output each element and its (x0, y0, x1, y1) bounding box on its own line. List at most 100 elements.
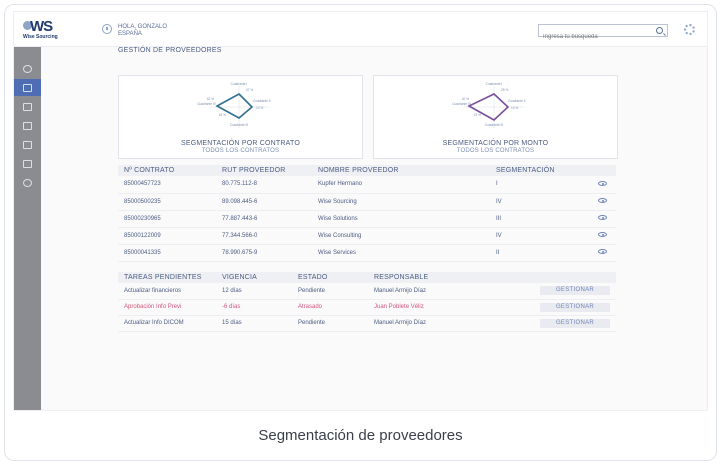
page-title: GESTIÓN DE PROVEEDORES (118, 47, 222, 54)
panel-subtitle: TODOS LOS CONTRATOS (201, 148, 280, 154)
name-cell: Kupfer Hermano (312, 176, 490, 194)
col-action (592, 165, 616, 176)
name-cell: Wise Sourcing (312, 193, 490, 211)
col-rut[interactable]: RUT PROVEEDOR (216, 165, 312, 176)
radar-label: Cuadrante IV (452, 102, 472, 106)
col-name[interactable]: NOMBRE PROVEEDOR (312, 165, 490, 176)
sidebar-item-balance[interactable] (14, 155, 41, 172)
contract-cell: 85000230965 (118, 210, 216, 228)
panel-subtitle: TODOS LOS CONTRATOS (456, 148, 535, 154)
eye-icon[interactable] (598, 232, 607, 237)
action-cell: GESTIONAR (500, 299, 616, 316)
table-row[interactable]: 85000230965 77.887.443-6 Wise Solutions III (118, 210, 616, 228)
sidebar-item-home[interactable] (14, 60, 41, 77)
radar-label: Cuadrante I (486, 82, 503, 86)
manage-button[interactable]: GESTIONAR (540, 302, 610, 312)
col-segment[interactable]: SEGMENTACIÓN (490, 165, 592, 176)
logo[interactable]: WS Wise Sourcing (23, 19, 67, 42)
panel-title: SEGMENTACIÓN POR CONTRATO (181, 140, 300, 147)
eye-icon[interactable] (598, 215, 607, 220)
view-cell (592, 244, 616, 262)
term-cell: -6 días (216, 299, 292, 316)
radar-label: 37 % (246, 88, 253, 92)
contract-segmentation-panel: Cuadrante I 37 % Cuadrante II 13 % 18 % Cuadr… (118, 75, 363, 159)
top-bar: WS Wise Sourcing HOLA, GONZALO ESPAÑA (14, 12, 707, 47)
contracts-icon (23, 102, 32, 111)
segment-cell: IV (490, 193, 592, 211)
amount-radar-chart: Cuadrante I 28 % Cuadrante II 13 % 19 % Cuadr… (452, 82, 526, 128)
radar-label: 13 % (511, 106, 518, 110)
eye-icon[interactable] (598, 249, 607, 254)
radar-label: Cuadrante I (231, 82, 248, 86)
col-contract[interactable]: Nº CONTRATO (118, 165, 216, 176)
radar-label: Cuadrante II (253, 99, 271, 103)
radar-label: Cuadrante IV (197, 102, 217, 106)
table-row[interactable]: Actualizar financieros 12 días Pendiente Ma… (118, 283, 616, 300)
rut-cell: 89.098.445-6 (216, 193, 312, 211)
col-term[interactable]: VIGENCIA (216, 272, 292, 283)
suppliers-icon (23, 83, 32, 92)
sidebar-item-reports[interactable] (14, 117, 41, 134)
radar-label: Cuadrante III (485, 123, 504, 127)
sidebar-item-suppliers[interactable] (14, 79, 41, 96)
contract-cell: 85000041335 (118, 244, 216, 262)
col-task[interactable]: TAREAS PENDIENTES (118, 272, 216, 283)
contract-cell: 85000122009 (118, 227, 216, 245)
view-cell (592, 193, 616, 211)
term-cell: 12 días (216, 283, 292, 300)
segment-cell: II (490, 244, 592, 262)
radar-label: 13 % (256, 106, 263, 110)
eye-icon[interactable] (598, 198, 607, 203)
sidebar-item-calendar[interactable] (14, 136, 41, 153)
home-icon (23, 64, 32, 73)
table-row[interactable]: 85000457723 80.775.112-8 Kupfer Hermano I (118, 176, 616, 194)
table-row[interactable]: Actualizar Info DICOM 15 días Pendiente Man… (118, 315, 616, 332)
rut-cell: 78.990.675-9 (216, 244, 312, 262)
status-cell: Atrasado (292, 299, 368, 316)
radar-label: 28 % (501, 88, 508, 92)
task-cell: Actualizar financieros (118, 283, 216, 300)
task-cell: Aprobación Info Previ (118, 299, 216, 316)
segment-cell: I (490, 176, 592, 194)
user-icon (102, 24, 112, 34)
manage-button[interactable]: GESTIONAR (540, 286, 610, 296)
search-icon[interactable] (656, 27, 663, 34)
reports-icon (23, 121, 32, 130)
table-row[interactable]: 85000500235 89.098.445-6 Wise Sourcing IV (118, 193, 616, 211)
view-cell (592, 176, 616, 194)
gear-icon[interactable] (684, 24, 695, 35)
col-action (500, 272, 616, 283)
owner-cell: Manuel Armijo Díaz (368, 283, 500, 300)
term-cell: 15 días (216, 315, 292, 332)
col-owner[interactable]: RESPONSABLE (368, 272, 500, 283)
status-cell: Pendiente (292, 283, 368, 300)
sidebar (14, 47, 41, 410)
search-input[interactable] (539, 31, 649, 43)
table-header: Nº CONTRATO RUT PROVEEDOR NOMBRE PROVEED… (118, 165, 616, 176)
eye-icon[interactable] (598, 180, 607, 186)
search-box (538, 24, 668, 43)
manage-button[interactable]: GESTIONAR (540, 318, 610, 328)
table-row[interactable]: Aprobación Info Previ -6 días Atrasado Juan… (118, 299, 616, 316)
name-cell: Wise Solutions (312, 210, 490, 228)
rut-cell: 77.344.566-0 (216, 227, 312, 245)
table-row[interactable]: 85000122009 77.344.566-0 Wise Consulting IV (118, 227, 616, 245)
contract-cell: 85000457723 (118, 176, 216, 194)
view-cell (592, 210, 616, 228)
calendar-icon (23, 140, 32, 149)
col-status[interactable]: ESTADO (292, 272, 368, 283)
segment-cell: IV (490, 227, 592, 245)
balance-icon (23, 159, 32, 168)
table-row[interactable]: 85000041335 78.990.675-9 Wise Services II (118, 244, 616, 262)
sidebar-item-contracts[interactable] (14, 98, 41, 115)
owner-cell: Manuel Armijo Díaz (368, 315, 500, 332)
user-country: ESPAÑA (118, 31, 142, 37)
sidebar-item-money[interactable] (14, 174, 41, 191)
amount-segmentation-panel: Cuadrante I 28 % Cuadrante II 13 % 19 % Cuadr… (373, 75, 618, 159)
action-cell: GESTIONAR (500, 315, 616, 332)
rut-cell: 80.775.112-8 (216, 176, 312, 194)
user-info[interactable]: HOLA, GONZALO ESPAÑA (102, 24, 167, 38)
tasks-table: TAREAS PENDIENTES VIGENCIA ESTADO RESPON… (118, 272, 616, 332)
money-icon (23, 178, 32, 187)
table-header: TAREAS PENDIENTES VIGENCIA ESTADO RESPON… (118, 272, 616, 283)
